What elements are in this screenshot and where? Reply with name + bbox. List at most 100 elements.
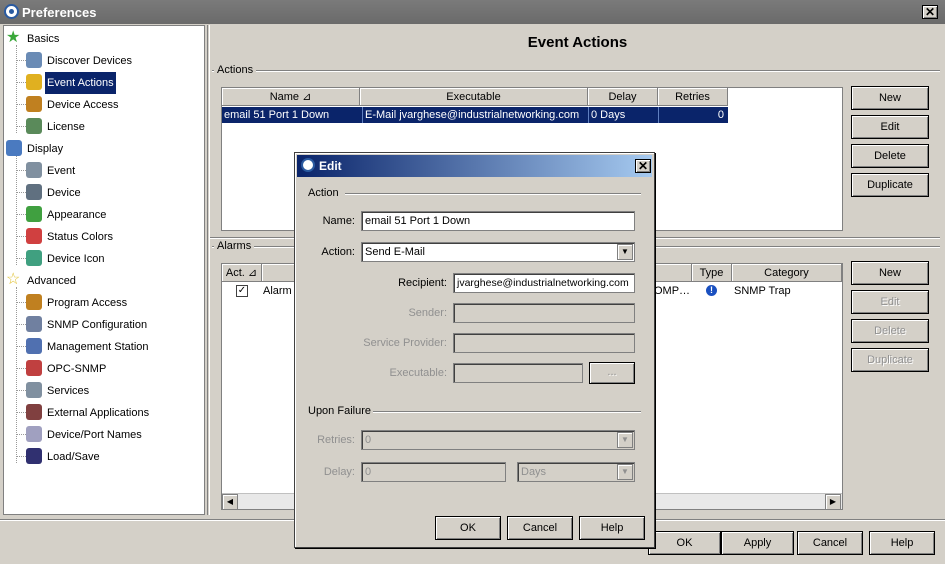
opc-icon bbox=[26, 360, 42, 376]
alarms-edit-button[interactable]: Edit bbox=[851, 290, 929, 314]
tree-item-program-access[interactable]: Program Access bbox=[26, 292, 206, 312]
tree-connector-line bbox=[16, 287, 17, 463]
tree-item-label: OPC-SNMP bbox=[47, 363, 107, 375]
tree-connector-line bbox=[16, 45, 17, 133]
splitter[interactable] bbox=[207, 25, 210, 515]
preferences-tree: ★ Basics Discover Devices Event Actions Devi… bbox=[3, 25, 205, 515]
column-header-delay[interactable]: Delay bbox=[588, 88, 658, 106]
browse-button[interactable]: ... bbox=[589, 362, 635, 384]
tree-connector-line bbox=[16, 104, 26, 105]
tree-item-label: Device/Port Names bbox=[47, 429, 142, 441]
tree-item-load-save[interactable]: Load/Save bbox=[26, 446, 206, 466]
actions-duplicate-button[interactable]: Duplicate bbox=[851, 173, 929, 197]
tree-item-label: Device Icon bbox=[47, 253, 105, 265]
dialog-help-button[interactable]: Help bbox=[579, 516, 645, 540]
dialog-titlebar[interactable]: Edit ✕ bbox=[297, 155, 652, 177]
tree-item-management-station[interactable]: Management Station bbox=[26, 336, 206, 356]
sender-field[interactable] bbox=[453, 303, 635, 323]
actions-edit-button[interactable]: Edit bbox=[851, 115, 929, 139]
tree-item-label: Services bbox=[47, 385, 90, 397]
tree-item-device-access[interactable]: Device Access bbox=[26, 94, 206, 114]
station-icon bbox=[26, 338, 42, 354]
alarms-delete-button[interactable]: Delete bbox=[851, 319, 929, 343]
tree-item-label: Program Access bbox=[47, 297, 128, 309]
ok-button[interactable]: OK bbox=[648, 531, 721, 555]
dialog-ok-button[interactable]: OK bbox=[435, 516, 501, 540]
tree-item-external-applications[interactable]: External Applications bbox=[26, 402, 206, 422]
action-group-label: Action bbox=[308, 187, 339, 199]
alarms-duplicate-button[interactable]: Duplicate bbox=[851, 348, 929, 372]
tree-item-device[interactable]: Device bbox=[26, 182, 206, 202]
tree-item-discover-devices[interactable]: Discover Devices bbox=[26, 50, 206, 70]
dialog-close-button[interactable]: ✕ bbox=[635, 159, 651, 173]
actions-group-line bbox=[212, 70, 940, 72]
retries-label: Retries: bbox=[317, 434, 355, 446]
tree-item-snmp-configuration[interactable]: SNMP Configuration bbox=[26, 314, 206, 334]
tree-item-basics[interactable]: ★ Basics bbox=[6, 28, 186, 48]
alarms-group-label: Alarms bbox=[214, 240, 255, 252]
column-header-name[interactable]: Name ⊿ bbox=[222, 88, 360, 106]
tree-connector-line bbox=[16, 368, 26, 369]
tree-item-display[interactable]: Display bbox=[6, 138, 186, 158]
tree-connector-line bbox=[16, 346, 26, 347]
cancel-button[interactable]: Cancel bbox=[797, 531, 863, 555]
tree-item-license[interactable]: License bbox=[26, 116, 206, 136]
tree-item-label: External Applications bbox=[47, 407, 150, 419]
table-row[interactable]: email 51 Port 1 Down E-Mail jvarghese@in… bbox=[222, 107, 728, 123]
active-checkbox[interactable]: ✓ bbox=[236, 285, 248, 297]
tree-connector-line bbox=[16, 60, 26, 61]
column-header-category[interactable]: Category bbox=[732, 264, 842, 282]
window-title: Preferences bbox=[22, 5, 97, 20]
action-select[interactable]: Send E-Mail ▼ bbox=[361, 242, 635, 262]
snmp-icon bbox=[26, 316, 42, 332]
alarm-name: Alarm bbox=[263, 285, 292, 297]
tree-item-advanced[interactable]: ☆ Advanced bbox=[6, 270, 186, 290]
tree-item-label: Status Colors bbox=[47, 231, 114, 243]
edit-dialog: Edit ✕ Action Name: email 51 Port 1 Down… bbox=[294, 152, 655, 548]
speech-icon bbox=[26, 426, 42, 442]
apply-button[interactable]: Apply bbox=[721, 531, 794, 555]
close-window-button[interactable]: ✕ bbox=[922, 5, 938, 19]
delay-unit-select[interactable]: Days ▼ bbox=[517, 462, 635, 482]
service-provider-field[interactable] bbox=[453, 333, 635, 353]
tree-item-device-port-names[interactable]: Device/Port Names bbox=[26, 424, 206, 444]
tree-item-device-icon[interactable]: Device Icon bbox=[26, 248, 206, 268]
device-icon-icon bbox=[26, 250, 42, 266]
scroll-left-arrow-icon[interactable]: ◀ bbox=[222, 494, 238, 510]
tree-item-label: SNMP Configuration bbox=[47, 319, 148, 331]
dialog-cancel-button[interactable]: Cancel bbox=[507, 516, 573, 540]
tree-item-services[interactable]: Services bbox=[26, 380, 206, 400]
chevron-down-icon[interactable]: ▼ bbox=[617, 244, 633, 260]
tree-item-event[interactable]: Event bbox=[26, 160, 206, 180]
column-header-retries[interactable]: Retries bbox=[658, 88, 728, 106]
tree-connector-line bbox=[16, 258, 26, 259]
tree-item-opc-snmp[interactable]: OPC-SNMP bbox=[26, 358, 206, 378]
executable-field[interactable] bbox=[453, 363, 583, 383]
scroll-right-arrow-icon[interactable]: ▶ bbox=[825, 494, 841, 510]
actions-delete-button[interactable]: Delete bbox=[851, 144, 929, 168]
help-button[interactable]: Help bbox=[869, 531, 935, 555]
chevron-down-icon[interactable]: ▼ bbox=[617, 432, 633, 448]
tree-connector-line bbox=[16, 302, 26, 303]
tree-connector-line bbox=[16, 126, 26, 127]
tree-item-event-actions[interactable]: Event Actions bbox=[26, 72, 206, 94]
service-provider-label: Service Provider: bbox=[363, 337, 447, 349]
recipient-label: Recipient: bbox=[398, 277, 447, 289]
tree-item-appearance[interactable]: Appearance bbox=[26, 204, 206, 224]
tree-connector-line bbox=[16, 324, 26, 325]
column-header-act[interactable]: Act. ⊿ bbox=[222, 264, 262, 282]
retries-select[interactable]: 0 ▼ bbox=[361, 430, 635, 450]
delay-field[interactable]: 0 bbox=[361, 462, 506, 482]
tree-connector-line bbox=[16, 214, 26, 215]
column-header-type[interactable]: Type bbox=[692, 264, 732, 282]
column-header-executable[interactable]: Executable bbox=[360, 88, 588, 106]
name-field[interactable]: email 51 Port 1 Down bbox=[361, 211, 635, 231]
tree-item-status-colors[interactable]: Status Colors bbox=[26, 226, 206, 246]
tree-connector-line bbox=[16, 456, 26, 457]
actions-new-button[interactable]: New bbox=[851, 86, 929, 110]
magnifier-icon bbox=[26, 52, 42, 68]
failure-group-line bbox=[373, 411, 641, 413]
recipient-field[interactable]: jvarghese@industrialnetworking.com bbox=[453, 273, 635, 293]
chevron-down-icon[interactable]: ▼ bbox=[617, 464, 633, 480]
alarms-new-button[interactable]: New bbox=[851, 261, 929, 285]
